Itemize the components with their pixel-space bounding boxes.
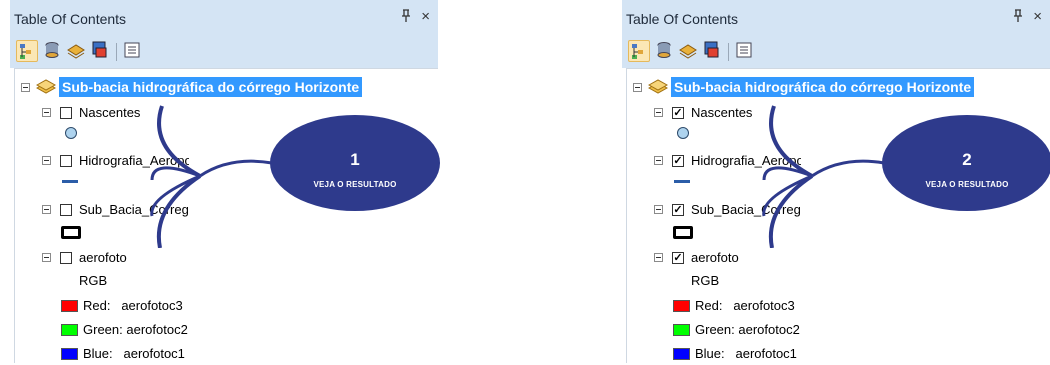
collapse-toggle[interactable] (654, 156, 663, 165)
pin-icon[interactable] (400, 9, 412, 26)
band-label-red: Red: aerofotoc3 (695, 298, 795, 313)
red-band-swatch (61, 300, 78, 312)
collapse-toggle[interactable] (42, 108, 51, 117)
line-symbol (674, 180, 690, 183)
toolbar-separator (728, 43, 729, 61)
layer-checkbox-hidrografia[interactable] (60, 155, 72, 167)
layer-name-aerofoto[interactable]: aerofoto (79, 247, 127, 269)
panel-title: Table Of Contents (14, 11, 127, 27)
list-by-selection-icon[interactable] (90, 40, 112, 62)
list-by-source-icon[interactable] (42, 40, 64, 62)
layer-checkbox-nascentes[interactable] (60, 107, 72, 119)
toolbar (10, 36, 438, 68)
table-of-contents-panel-2: Table Of Contents × Sub-bacia hidrográfi… (622, 0, 1050, 363)
toolbar-separator (116, 43, 117, 61)
list-by-source-icon[interactable] (654, 40, 676, 62)
collapse-toggle[interactable] (42, 156, 51, 165)
rgb-label: RGB (79, 273, 108, 288)
layer-checkbox-aerofoto[interactable] (60, 252, 72, 264)
list-by-visibility-icon[interactable] (678, 40, 700, 62)
panel-titlebar: Table Of Contents × (10, 0, 438, 36)
callout-number: 2 (962, 150, 972, 169)
list-drawing-order-icon[interactable] (16, 40, 38, 62)
options-icon[interactable] (734, 40, 756, 62)
list-drawing-order-icon[interactable] (628, 40, 650, 62)
layer-group-icon (36, 79, 56, 94)
band-label-blue: Blue: aerofotoc1 (83, 346, 185, 361)
list-by-visibility-icon[interactable] (66, 40, 88, 62)
options-icon[interactable] (122, 40, 144, 62)
close-icon[interactable]: × (1033, 8, 1042, 25)
list-by-selection-icon[interactable] (702, 40, 724, 62)
callout-number: 1 (350, 150, 360, 169)
close-icon[interactable]: × (421, 8, 430, 25)
table-of-contents-panel-1: Table Of Contents × Sub-bacia hidrográfi… (10, 0, 440, 363)
band-label-red: Red: aerofotoc3 (83, 298, 183, 313)
panel-titlebar: Table Of Contents × (622, 0, 1050, 36)
collapse-toggle[interactable] (633, 83, 642, 92)
rgb-label: RGB (691, 273, 720, 288)
red-band-swatch (673, 300, 690, 312)
pin-icon[interactable] (1012, 9, 1024, 26)
layer-checkbox-nascentes[interactable]: ✓ (672, 107, 684, 119)
callout-text: VEJA O RESULTADO (925, 180, 1009, 189)
panel-title: Table Of Contents (626, 11, 739, 27)
layer-checkbox-hidrografia[interactable]: ✓ (672, 155, 684, 167)
green-band-swatch (61, 324, 78, 336)
collapse-toggle[interactable] (42, 205, 51, 214)
band-label-blue: Blue: aerofotoc1 (695, 346, 797, 361)
polygon-symbol (673, 226, 693, 239)
blue-band-swatch (61, 348, 78, 360)
layer-checkbox-aerofoto[interactable]: ✓ (672, 252, 684, 264)
collapse-toggle[interactable] (42, 253, 51, 262)
collapse-toggle[interactable] (654, 253, 663, 262)
collapse-toggle[interactable] (654, 205, 663, 214)
layer-checkbox-sub-bacia[interactable]: ✓ (672, 204, 684, 216)
callout-text: VEJA O RESULTADO (313, 180, 397, 189)
blue-band-swatch (673, 348, 690, 360)
layer-checkbox-sub-bacia[interactable] (60, 204, 72, 216)
layer-group-icon (648, 79, 668, 94)
collapse-toggle[interactable] (654, 108, 663, 117)
layer-name-aerofoto[interactable]: aerofoto (691, 247, 739, 269)
point-symbol (677, 127, 689, 139)
line-symbol (62, 180, 78, 183)
green-band-swatch (673, 324, 690, 336)
toolbar (622, 36, 1050, 68)
band-label-green: Green: aerofotoc2 (695, 322, 800, 337)
polygon-symbol (61, 226, 81, 239)
point-symbol (65, 127, 77, 139)
collapse-toggle[interactable] (21, 83, 30, 92)
band-label-green: Green: aerofotoc2 (83, 322, 188, 337)
